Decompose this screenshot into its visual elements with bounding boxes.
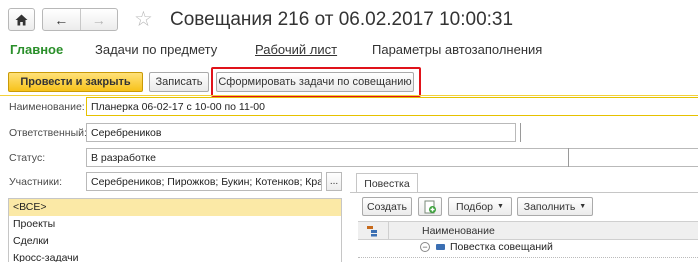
back-arrow-icon[interactable]: ← (43, 9, 80, 30)
pick-label: Подбор (456, 200, 494, 213)
divider (520, 123, 521, 142)
responsible-label: Ответственный: (9, 127, 87, 139)
forward-arrow-icon[interactable]: → (80, 9, 117, 30)
divider (388, 222, 389, 239)
favorite-star-icon[interactable]: ☆ (134, 7, 153, 31)
name-label: Наименование: (9, 101, 85, 113)
table-row[interactable] (358, 257, 698, 262)
list-item[interactable]: <ВСЕ> (9, 199, 341, 216)
chevron-down-icon: ▼ (497, 203, 504, 210)
page-title: Совещания 216 от 06.02.2017 10:00:31 (170, 9, 514, 30)
add-from-list-button[interactable] (418, 197, 442, 216)
home-button[interactable] (8, 8, 35, 31)
participants-field[interactable]: Серебреников; Пирожков; Букин; Котенков;… (86, 172, 322, 191)
row-label: Повестка совещаний (450, 241, 553, 253)
red-highlight-frame (211, 67, 421, 97)
collapse-icon[interactable]: − (420, 242, 430, 252)
divider (350, 192, 698, 193)
list-item[interactable]: Проекты (9, 216, 341, 233)
create-button[interactable]: Создать (362, 197, 412, 216)
add-document-icon (424, 200, 436, 213)
tab-agenda[interactable]: Повестка (356, 173, 418, 193)
column-header-name[interactable]: Наименование (422, 225, 495, 237)
hierarchy-icon[interactable] (366, 225, 380, 237)
home-icon (15, 14, 28, 25)
responsible-field[interactable]: Серебреников (86, 123, 516, 142)
chevron-down-icon: ▼ (579, 203, 587, 210)
tab-worksheet[interactable]: Рабочий лист (255, 42, 337, 57)
group-icon (436, 244, 445, 250)
agenda-table-header: Наименование (358, 221, 698, 240)
tab-autofill-parameters[interactable]: Параметры автозаполнения (372, 42, 542, 57)
history-navigation: ← → (42, 8, 118, 31)
fill-label: Заполнить (523, 200, 576, 213)
tab-subject-tasks[interactable]: Задачи по предмету (95, 42, 217, 57)
tab-main[interactable]: Главное (10, 42, 63, 57)
pick-dropdown-button[interactable]: Подбор ▼ (448, 197, 512, 216)
table-row[interactable]: − Повестка совещаний (358, 240, 698, 257)
list-item[interactable]: Кросс-задачи (9, 250, 341, 262)
divider (568, 148, 569, 167)
name-field[interactable]: Планерка 06-02-17 с 10-00 по 11-00 (86, 97, 698, 116)
status-field[interactable]: В разработке (86, 148, 698, 167)
fill-dropdown-button[interactable]: Заполнить ▼ (517, 197, 593, 216)
post-and-close-button[interactable]: Провести и закрыть (8, 72, 143, 92)
save-button[interactable]: Записать (149, 72, 209, 92)
status-label: Статус: (9, 152, 46, 164)
participants-select-button[interactable]: ... (326, 172, 342, 191)
divider (0, 95, 698, 96)
participants-label: Участники: (9, 176, 63, 188)
object-type-list: <ВСЕ> Проекты Сделки Кросс-задачи (8, 198, 342, 262)
list-item[interactable]: Сделки (9, 233, 341, 250)
